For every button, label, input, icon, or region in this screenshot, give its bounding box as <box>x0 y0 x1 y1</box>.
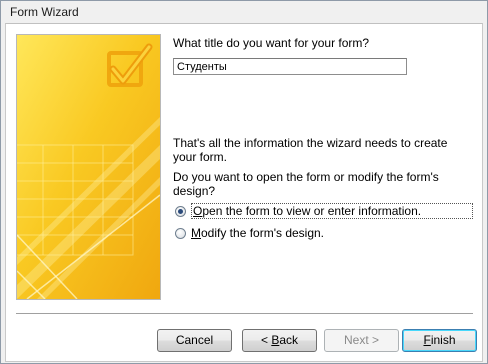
modify-design-option-label[interactable]: Modify the form's design. <box>191 226 324 240</box>
modify-design-option[interactable]: Modify the form's design. <box>175 225 324 241</box>
button-label: ack <box>279 333 299 347</box>
wizard-illustration <box>16 34 161 300</box>
title-bar[interactable]: Form Wizard <box>1 1 487 23</box>
option-text: pen the form to view or enter informatio… <box>202 204 422 218</box>
button-separator <box>16 313 473 315</box>
form-title-input[interactable] <box>173 58 407 75</box>
next-button[interactable]: Next > <box>324 329 399 352</box>
option-text: odify the form's design. <box>201 226 325 240</box>
modify-design-radio[interactable] <box>175 227 186 239</box>
form-wizard-dialog: Form Wizard What title do you want for y… <box>0 0 488 364</box>
form-checkmark-illustration-icon <box>17 35 160 299</box>
open-or-modify-question: Do you want to open the form or modify t… <box>173 170 439 198</box>
open-form-option[interactable]: Open the form to view or enter informati… <box>175 203 473 219</box>
button-label: Next > <box>343 333 379 347</box>
open-form-option-label[interactable]: Open the form to view or enter informati… <box>191 203 473 219</box>
mnemonic-letter: O <box>193 204 203 218</box>
title-question-label: What title do you want for your form? <box>173 36 370 50</box>
wizard-info-text: That's all the information the wizard ne… <box>173 136 448 164</box>
window-title: Form Wizard <box>10 5 79 19</box>
button-label-prefix: < <box>260 333 272 347</box>
finish-button[interactable]: Finish <box>402 329 477 352</box>
open-form-radio[interactable] <box>175 205 186 217</box>
mnemonic-letter: M <box>191 226 201 240</box>
back-button[interactable]: < Back <box>242 329 317 352</box>
cancel-button[interactable]: Cancel <box>157 329 232 352</box>
mnemonic-letter: F <box>423 333 431 347</box>
button-label: Cancel <box>175 333 214 347</box>
wizard-content-panel: What title do you want for your form? Th… <box>5 23 483 362</box>
button-label: inish <box>430 333 456 347</box>
